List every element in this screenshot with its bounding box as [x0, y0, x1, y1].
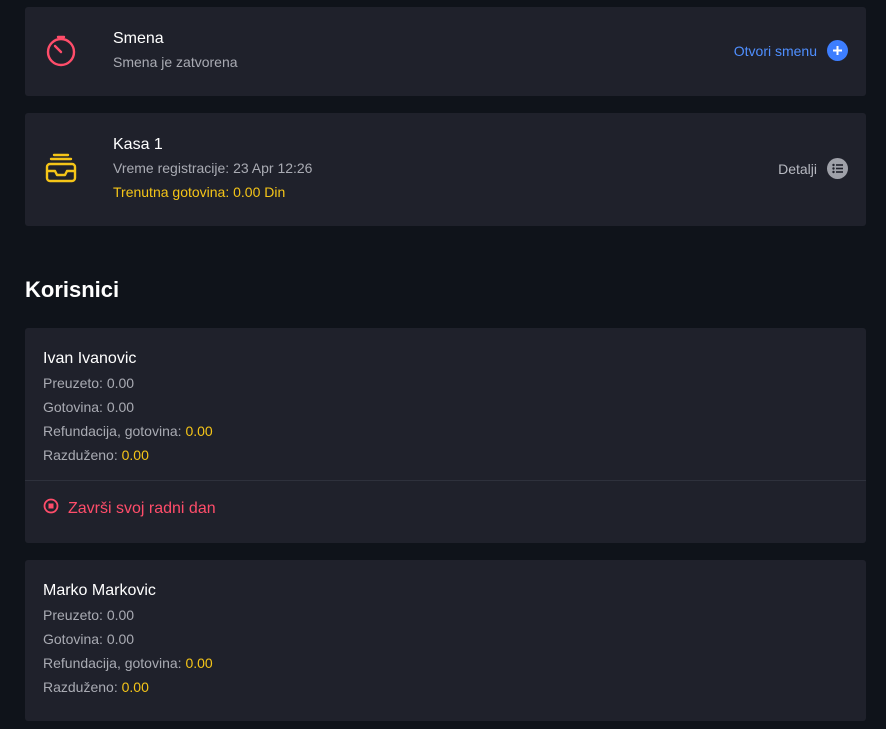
open-shift-button[interactable]: Otvori smenu — [734, 40, 848, 61]
user-refund: Refundacija, gotovina: 0.00 — [43, 423, 213, 439]
user-taken-label: Preuzeto: — [43, 607, 103, 623]
register-registration-time: Vreme registracije: 23 Apr 12:26 — [113, 160, 313, 176]
end-workday-button[interactable]: Završi svoj radni dan — [43, 498, 216, 519]
user-cash-value: 0.00 — [106, 631, 135, 647]
user-settled-label: Razduženo: — [43, 447, 118, 463]
shift-status: Smena je zatvorena — [113, 54, 238, 70]
user-refund-value: 0.00 — [185, 655, 213, 671]
user-refund: Refundacija, gotovina: 0.00 — [43, 655, 213, 671]
user-cash: Gotovina: 0.00 — [43, 399, 134, 415]
stop-circle-icon — [43, 498, 59, 519]
inbox-tray-icon — [43, 151, 79, 187]
end-workday-label: Završi svoj radni dan — [68, 499, 216, 517]
register-card: Kasa 1 Vreme registracije: 23 Apr 12:26 … — [25, 113, 866, 226]
user-name: Marko Markovic — [43, 582, 156, 599]
user-refund-label: Refundacija, gotovina: — [43, 423, 182, 439]
users-section-title: Korisnici — [25, 277, 120, 302]
divider — [25, 480, 866, 481]
timer-icon — [43, 33, 79, 69]
user-settled-label: Razduženo: — [43, 679, 118, 695]
user-cash-value: 0.00 — [106, 399, 135, 415]
user-name: Ivan Ivanovic — [43, 350, 137, 367]
plus-circle-icon — [827, 40, 848, 61]
user-settled: Razduženo: 0.00 — [43, 447, 149, 463]
open-shift-label: Otvori smenu — [733, 42, 817, 59]
list-circle-icon — [827, 158, 848, 179]
details-button[interactable]: Detalji — [778, 158, 848, 179]
user-cash-label: Gotovina: — [43, 399, 103, 415]
user-refund-label: Refundacija, gotovina: — [43, 655, 182, 671]
register-current-cash: Trenutna gotovina: 0.00 Din — [113, 184, 286, 200]
user-taken-label: Preuzeto: — [43, 375, 103, 391]
user-cash: Gotovina: 0.00 — [43, 631, 134, 647]
user-refund-value: 0.00 — [185, 423, 213, 439]
user-card: Marko Markovic Preuzeto: 0.00 Gotovina: … — [25, 560, 866, 721]
register-title: Kasa 1 — [113, 136, 163, 153]
user-taken-value: 0.00 — [106, 607, 135, 623]
user-taken: Preuzeto: 0.00 — [43, 607, 134, 623]
user-settled-value: 0.00 — [121, 679, 149, 695]
user-card: Ivan Ivanovic Preuzeto: 0.00 Gotovina: 0… — [25, 328, 866, 543]
details-label: Detalji — [778, 160, 817, 177]
user-cash-label: Gotovina: — [43, 631, 103, 647]
user-settled-value: 0.00 — [121, 447, 149, 463]
user-taken-value: 0.00 — [106, 375, 135, 391]
shift-card: Smena Smena je zatvorena Otvori smenu — [25, 7, 866, 96]
user-taken: Preuzeto: 0.00 — [43, 375, 134, 391]
user-settled: Razduženo: 0.00 — [43, 679, 149, 695]
shift-title: Smena — [113, 30, 164, 47]
